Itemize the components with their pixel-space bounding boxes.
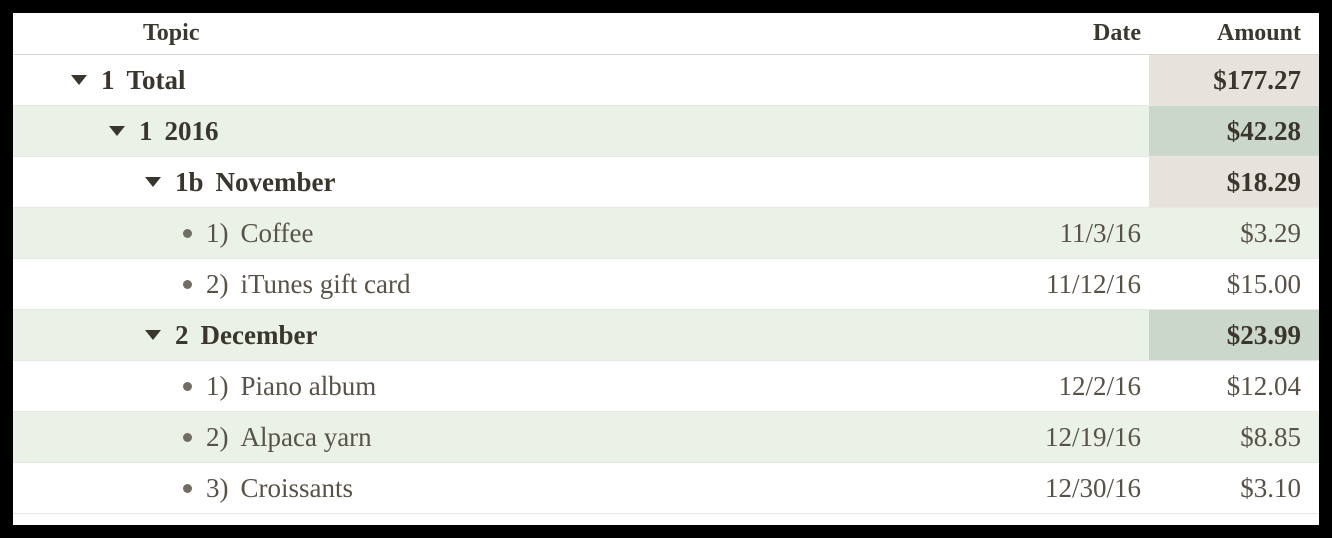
- cell-amount: $15.00: [1149, 269, 1319, 300]
- row-number: 2): [206, 269, 229, 300]
- row-number: 1: [139, 116, 153, 147]
- disclosure-triangle-icon[interactable]: [71, 75, 87, 85]
- cell-topic: 3) Croissants: [13, 473, 949, 504]
- cell-topic: 1b November: [13, 167, 949, 198]
- cell-amount: $3.29: [1149, 218, 1319, 249]
- cell-date: 12/30/16: [949, 473, 1149, 504]
- cell-date: 11/12/16: [949, 269, 1149, 300]
- header-topic: Topic: [13, 20, 949, 47]
- row-december[interactable]: 2 December $23.99: [13, 310, 1319, 361]
- disclosure-triangle-icon[interactable]: [109, 126, 125, 136]
- row-number: 2: [175, 320, 189, 351]
- row-nov-itunes[interactable]: 2) iTunes gift card 11/12/16 $15.00: [13, 259, 1319, 310]
- row-label: Croissants: [241, 473, 354, 504]
- row-number: 2): [206, 422, 229, 453]
- disclosure-triangle-icon[interactable]: [145, 330, 161, 340]
- bullet-icon: [183, 229, 192, 238]
- row-dec-piano[interactable]: 1) Piano album 12/2/16 $12.04: [13, 361, 1319, 412]
- row-label: iTunes gift card: [241, 269, 411, 300]
- row-nov-coffee[interactable]: 1) Coffee 11/3/16 $3.29: [13, 208, 1319, 259]
- row-number: 1): [206, 218, 229, 249]
- cell-amount: $177.27: [1149, 55, 1319, 105]
- cell-topic: 1 2016: [13, 116, 949, 147]
- cell-amount: $3.10: [1149, 473, 1319, 504]
- cell-topic: 2) Alpaca yarn: [13, 422, 949, 453]
- cell-date: 11/3/16: [949, 218, 1149, 249]
- cell-topic: 2) iTunes gift card: [13, 269, 949, 300]
- bullet-icon: [183, 382, 192, 391]
- cell-topic: 1 Total: [13, 65, 949, 96]
- row-number: 1): [206, 371, 229, 402]
- cell-topic: 1) Piano album: [13, 371, 949, 402]
- header-date: Date: [949, 20, 1149, 47]
- cell-amount: $8.85: [1149, 422, 1319, 453]
- bullet-icon: [183, 280, 192, 289]
- cell-amount: $42.28: [1149, 106, 1319, 156]
- disclosure-triangle-icon[interactable]: [145, 177, 161, 187]
- cell-amount: $23.99: [1149, 310, 1319, 360]
- row-label: Piano album: [241, 371, 377, 402]
- row-label: Alpaca yarn: [241, 422, 372, 453]
- row-number: 1: [101, 65, 115, 96]
- row-dec-alpaca[interactable]: 2) Alpaca yarn 12/19/16 $8.85: [13, 412, 1319, 463]
- row-label: November: [216, 167, 336, 198]
- bullet-icon: [183, 433, 192, 442]
- cell-amount: $12.04: [1149, 371, 1319, 402]
- frame: Topic Date Amount 1 Total $177.27 1 2016…: [0, 0, 1332, 538]
- header-amount: Amount: [1149, 20, 1319, 47]
- outline-sheet: Topic Date Amount 1 Total $177.27 1 2016…: [13, 13, 1319, 525]
- cell-amount: $18.29: [1149, 157, 1319, 207]
- row-number: 3): [206, 473, 229, 504]
- cell-date: 12/2/16: [949, 371, 1149, 402]
- row-dec-croissants[interactable]: 3) Croissants 12/30/16 $3.10: [13, 463, 1319, 514]
- row-label: 2016: [165, 116, 219, 147]
- row-november[interactable]: 1b November $18.29: [13, 157, 1319, 208]
- row-label: Coffee: [241, 218, 314, 249]
- row-label: December: [201, 320, 318, 351]
- bullet-icon: [183, 484, 192, 493]
- cell-topic: 1) Coffee: [13, 218, 949, 249]
- row-total[interactable]: 1 Total $177.27: [13, 55, 1319, 106]
- header-row: Topic Date Amount: [13, 13, 1319, 55]
- row-number: 1b: [175, 167, 204, 198]
- row-2016[interactable]: 1 2016 $42.28: [13, 106, 1319, 157]
- row-label: Total: [127, 65, 186, 96]
- cell-topic: 2 December: [13, 320, 949, 351]
- cell-date: 12/19/16: [949, 422, 1149, 453]
